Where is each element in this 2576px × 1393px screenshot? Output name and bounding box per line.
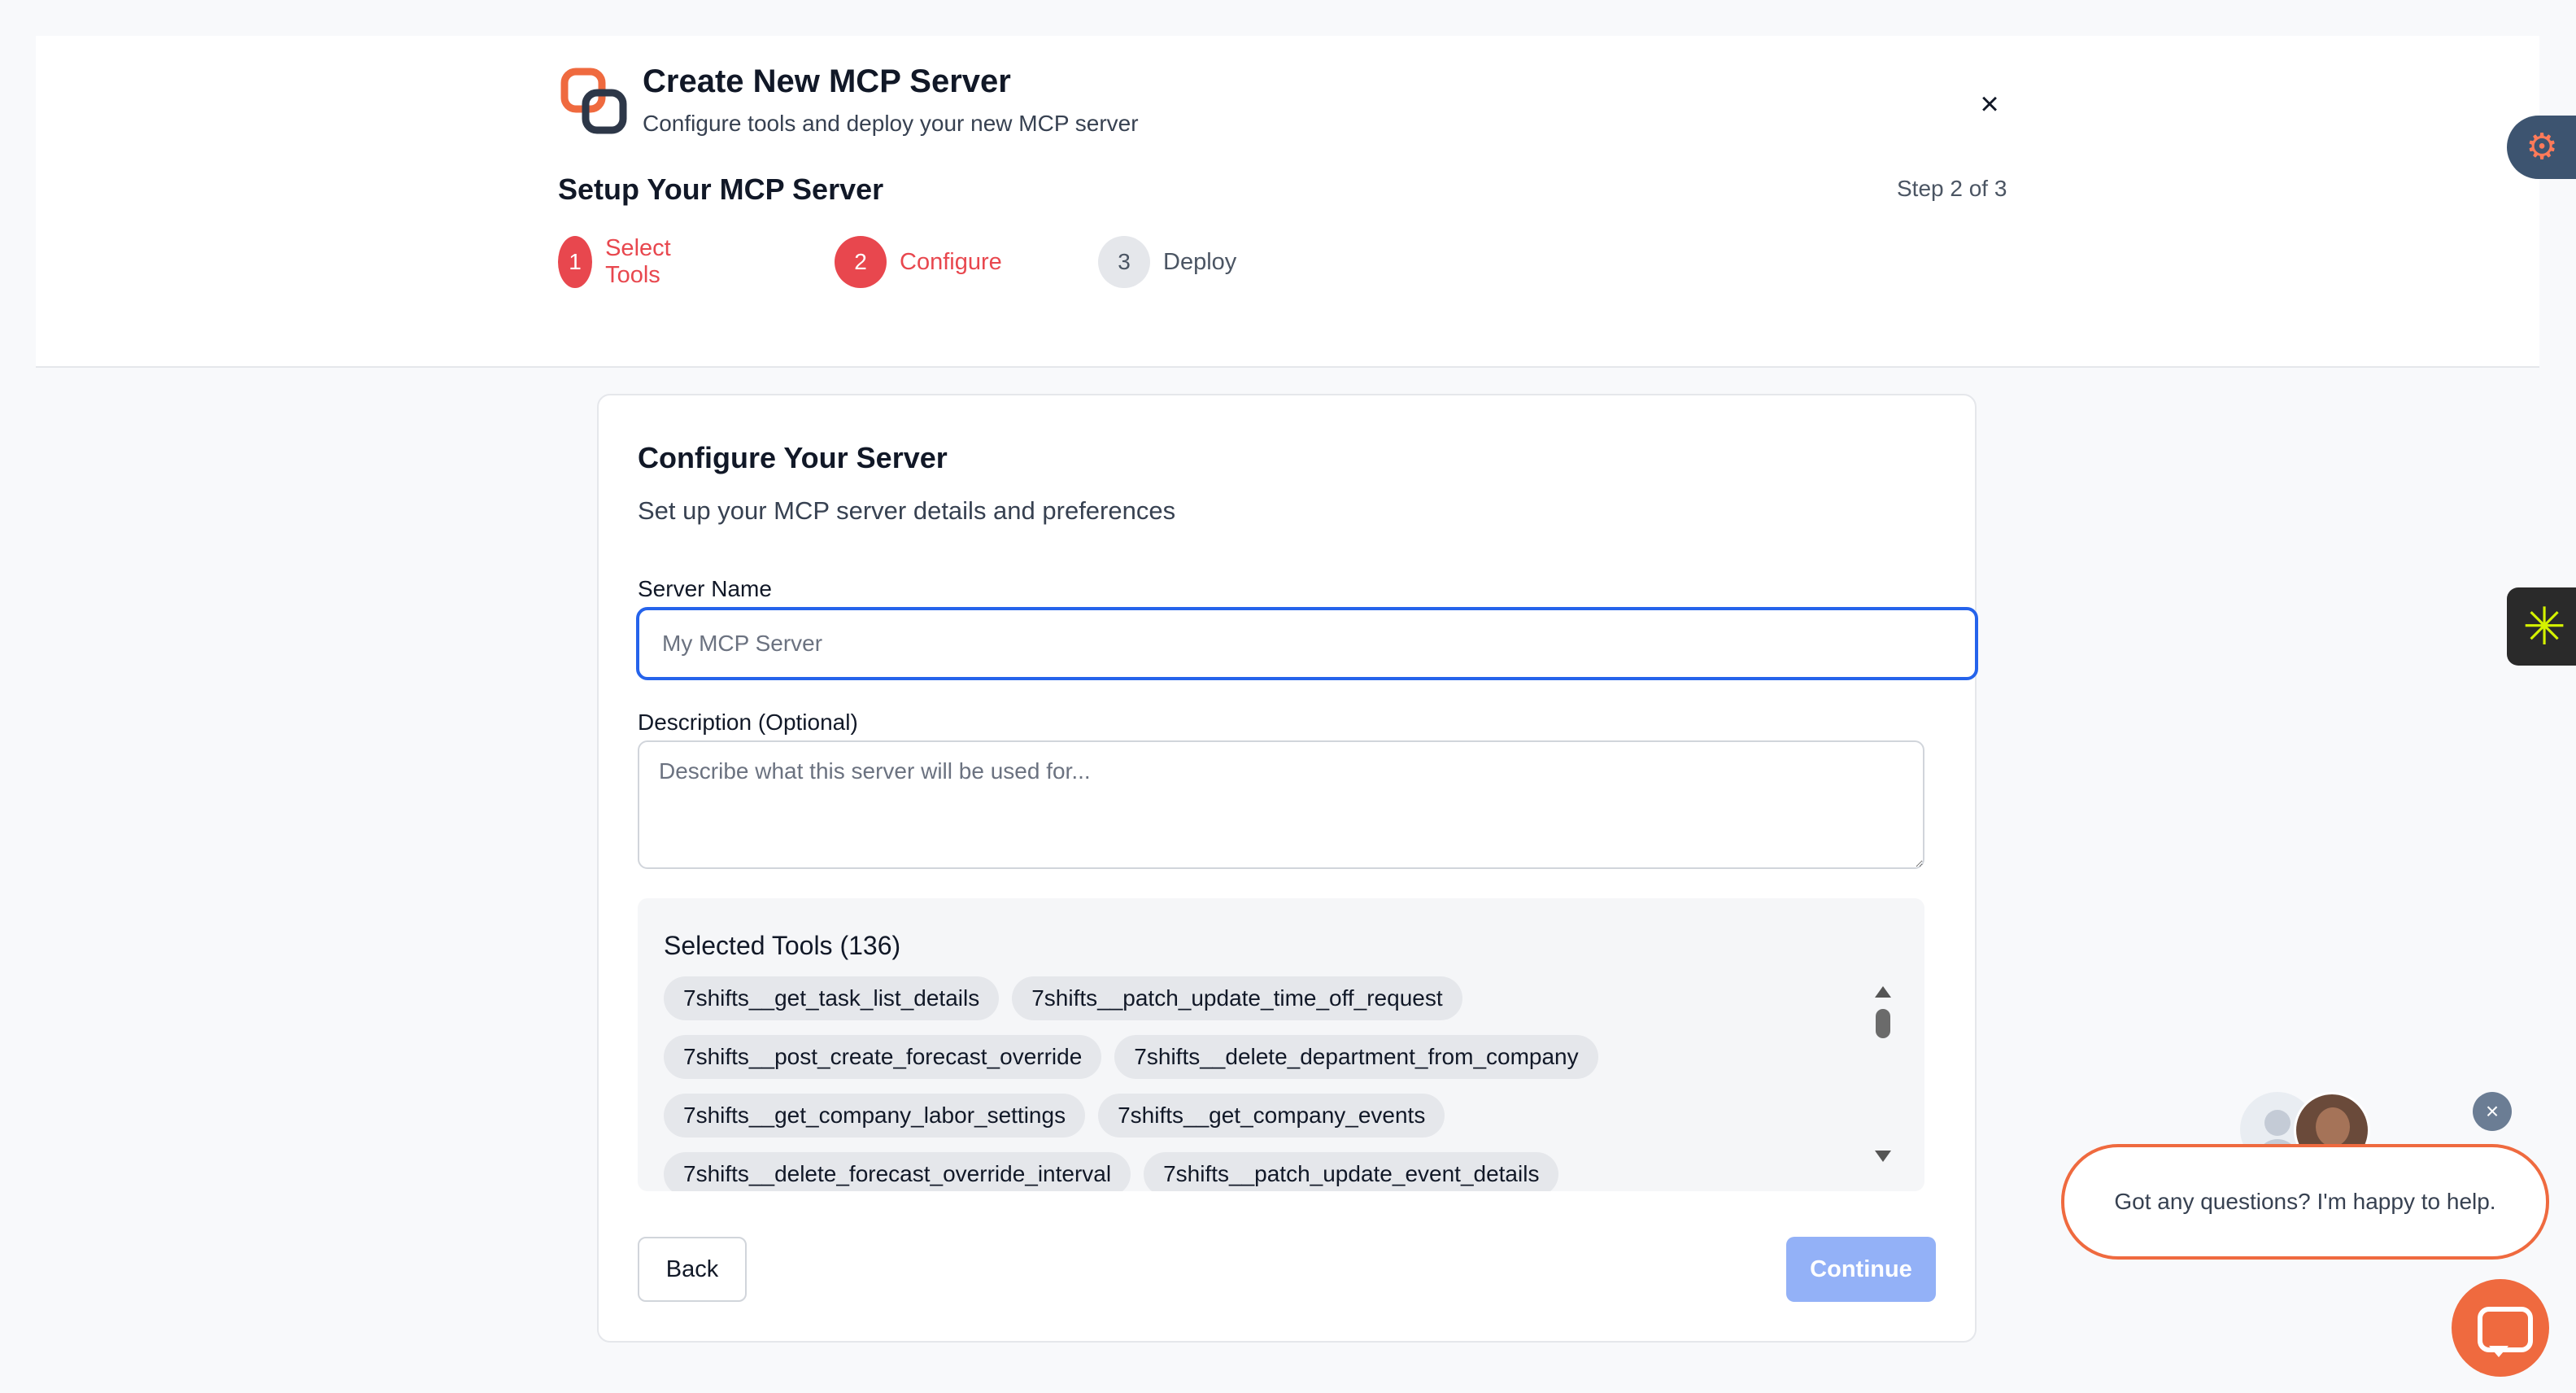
- chip-row: 7shifts__get_task_list_details 7shifts__…: [664, 976, 1868, 1020]
- asterisk-widget[interactable]: ✳: [2507, 587, 2576, 666]
- step-deploy[interactable]: 3 Deploy: [1098, 236, 1236, 288]
- close-icon[interactable]: ×: [1967, 81, 2012, 127]
- scroll-down-icon[interactable]: [1875, 1151, 1891, 1162]
- back-button[interactable]: Back: [638, 1237, 747, 1302]
- hubspot-icon: ⚙: [2526, 127, 2558, 167]
- link-logo-icon: [560, 68, 627, 134]
- chat-close-icon[interactable]: ×: [2473, 1092, 2512, 1131]
- description-textarea[interactable]: [638, 740, 1924, 869]
- step-number: 2: [835, 236, 887, 288]
- tool-chip[interactable]: 7shifts__patch_update_time_off_request: [1012, 976, 1462, 1020]
- tool-chip[interactable]: 7shifts__post_create_forecast_override: [664, 1035, 1102, 1079]
- tool-chip[interactable]: 7shifts__get_company_events: [1098, 1094, 1445, 1138]
- tools-list: 7shifts__get_task_list_details 7shifts__…: [664, 976, 1868, 1191]
- header: Create New MCP Server Configure tools an…: [36, 36, 2539, 368]
- step-configure[interactable]: 2 Configure: [835, 236, 1002, 288]
- tool-chip[interactable]: 7shifts__get_task_list_details: [664, 976, 1000, 1020]
- hubspot-widget[interactable]: ⚙: [2507, 116, 2576, 179]
- chip-row: 7shifts__post_create_forecast_override 7…: [664, 1035, 1868, 1079]
- configure-card: Configure Your Server Set up your MCP se…: [597, 394, 1978, 1343]
- card-title: Configure Your Server: [638, 441, 948, 474]
- step-label: Select Tools: [605, 235, 671, 288]
- step-number: 1: [558, 236, 593, 288]
- setup-title: Setup Your MCP Server: [558, 172, 884, 206]
- step-label: Deploy: [1163, 248, 1237, 275]
- step-number: 3: [1098, 236, 1150, 288]
- chip-row: 7shifts__delete_forecast_override_interv…: [664, 1152, 1868, 1191]
- server-name-label: Server Name: [638, 576, 772, 601]
- selected-tools-title: Selected Tools (136): [664, 931, 901, 960]
- step-count: Step 2 of 3: [1897, 176, 2007, 201]
- chip-row: 7shifts__get_company_labor_settings 7shi…: [664, 1094, 1868, 1138]
- description-label: Description (Optional): [638, 710, 858, 735]
- step-label: Configure: [900, 248, 1002, 275]
- selected-tools-panel[interactable]: Selected Tools (136) 7shifts__get_task_l…: [638, 898, 1924, 1191]
- asterisk-icon: ✳: [2522, 597, 2566, 656]
- scroll-thumb[interactable]: [1876, 1009, 1890, 1038]
- tool-chip[interactable]: 7shifts__get_company_labor_settings: [664, 1094, 1086, 1138]
- server-name-input[interactable]: [636, 607, 1978, 680]
- step-select-tools[interactable]: 1 Select Tools: [558, 235, 689, 288]
- tool-chip[interactable]: 7shifts__delete_department_from_company: [1114, 1035, 1598, 1079]
- card-subtitle: Set up your MCP server details and prefe…: [638, 496, 1176, 525]
- scroll-up-icon[interactable]: [1875, 986, 1891, 998]
- tool-chip[interactable]: 7shifts__patch_update_event_details: [1144, 1152, 1559, 1191]
- tools-scrollbar[interactable]: [1871, 978, 1895, 1162]
- chat-launcher-icon[interactable]: [2452, 1279, 2549, 1377]
- continue-button[interactable]: Continue: [1786, 1237, 1936, 1302]
- chat-bubble[interactable]: Got any questions? I'm happy to help.: [2061, 1144, 2549, 1260]
- tool-chip[interactable]: 7shifts__delete_forecast_override_interv…: [664, 1152, 1131, 1191]
- page-title: Create New MCP Server: [643, 63, 1011, 99]
- page-subtitle: Configure tools and deploy your new MCP …: [643, 111, 1139, 136]
